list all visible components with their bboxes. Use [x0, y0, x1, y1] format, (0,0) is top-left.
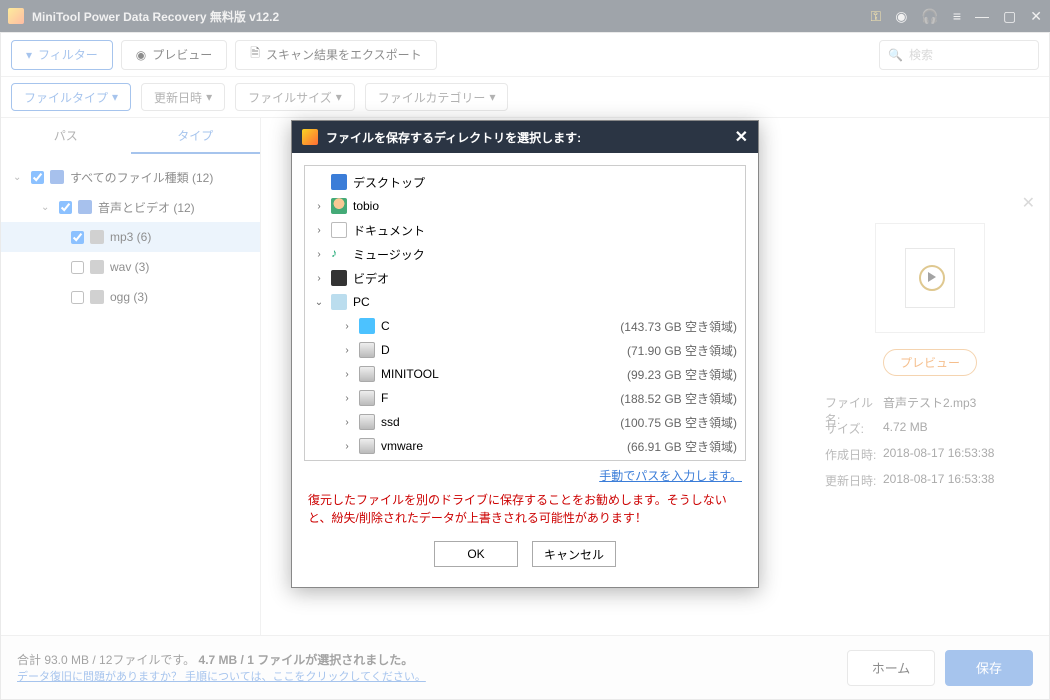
chevron-right-icon: › [313, 273, 325, 284]
dir-drive[interactable]: › D (71.90 GB 空き領域) [305, 338, 745, 362]
drive-size: (66.91 GB 空き領域) [627, 438, 737, 455]
drive-icon [359, 318, 375, 334]
drive-icon [359, 414, 375, 430]
drive-name: ssd [381, 415, 614, 429]
dir-drive[interactable]: › ssd (100.75 GB 空き領域) [305, 410, 745, 434]
dir-drive[interactable]: › vmware (66.91 GB 空き領域) [305, 434, 745, 458]
drive-size: (143.73 GB 空き領域) [620, 318, 737, 335]
drive-name: vmware [381, 439, 621, 453]
document-icon [331, 222, 347, 238]
warning-text: 復元したファイルを別のドライブに保存することをお勧めします。そうしないと、紛失/… [304, 491, 746, 537]
drive-name: MINITOOL [381, 367, 621, 381]
dir-pc[interactable]: ⌄PC [305, 290, 745, 314]
dir-music[interactable]: ›♪ミュージック [305, 242, 745, 266]
drive-icon [359, 342, 375, 358]
ok-button[interactable]: OK [434, 541, 518, 567]
drive-name: F [381, 391, 614, 405]
manual-path-link[interactable]: 手動でパスを入力します。 [599, 469, 742, 483]
directory-tree: デスクトップ ›tobio ›ドキュメント ›♪ミュージック ›ビデオ ⌄PC … [304, 165, 746, 461]
dir-drive[interactable]: › MINITOOL (99.23 GB 空き領域) [305, 362, 745, 386]
modal-logo-icon [302, 129, 318, 145]
drive-size: (71.90 GB 空き領域) [627, 342, 737, 359]
chevron-right-icon: › [313, 249, 325, 260]
dir-desktop[interactable]: デスクトップ [305, 170, 745, 194]
dir-drive[interactable]: › C (143.73 GB 空き領域) [305, 314, 745, 338]
drive-icon [359, 366, 375, 382]
chevron-right-icon: › [341, 345, 353, 356]
drive-size: (188.52 GB 空き領域) [620, 390, 737, 407]
video-icon [331, 270, 347, 286]
chevron-right-icon: › [341, 417, 353, 428]
pc-icon [331, 294, 347, 310]
dir-user[interactable]: ›tobio [305, 194, 745, 218]
drive-name: C [381, 319, 614, 333]
modal-overlay: ファイルを保存するディレクトリを選択します: ✕ デスクトップ ›tobio ›… [0, 0, 1050, 700]
chevron-right-icon: › [341, 441, 353, 452]
modal-close-icon[interactable]: ✕ [735, 127, 748, 147]
chevron-down-icon: ⌄ [313, 297, 325, 308]
cancel-button[interactable]: キャンセル [532, 541, 616, 567]
dir-drive[interactable]: › F (188.52 GB 空き領域) [305, 386, 745, 410]
modal-title: ファイルを保存するディレクトリを選択します: [326, 129, 735, 146]
drive-icon [359, 390, 375, 406]
chevron-right-icon: › [341, 321, 353, 332]
save-directory-modal: ファイルを保存するディレクトリを選択します: ✕ デスクトップ ›tobio ›… [291, 120, 759, 588]
chevron-right-icon: › [341, 393, 353, 404]
dir-video[interactable]: ›ビデオ [305, 266, 745, 290]
music-icon: ♪ [331, 246, 347, 262]
drive-size: (100.75 GB 空き領域) [620, 414, 737, 431]
chevron-right-icon: › [313, 201, 325, 212]
user-icon [331, 198, 347, 214]
dir-documents[interactable]: ›ドキュメント [305, 218, 745, 242]
chevron-right-icon: › [341, 369, 353, 380]
chevron-right-icon: › [313, 225, 325, 236]
drive-icon [359, 438, 375, 454]
drive-name: D [381, 343, 621, 357]
drive-size: (99.23 GB 空き領域) [627, 366, 737, 383]
folder-icon [331, 174, 347, 190]
